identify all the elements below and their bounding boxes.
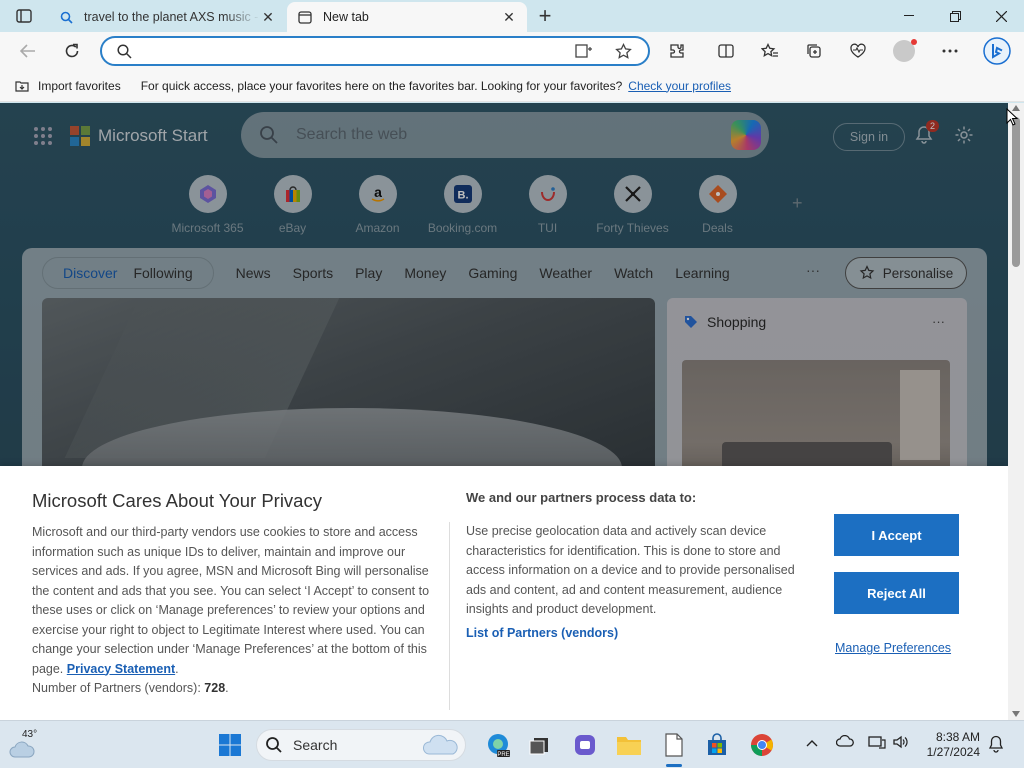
restore-icon[interactable] — [932, 0, 978, 32]
page-scrollbar[interactable] — [1008, 103, 1024, 720]
close-window-icon[interactable] — [978, 0, 1024, 32]
volume-icon[interactable] — [892, 735, 910, 752]
minimize-icon[interactable] — [886, 0, 932, 32]
onedrive-cloud-icon[interactable] — [835, 734, 854, 750]
chrome-icon[interactable] — [746, 729, 778, 761]
tab-search-results[interactable]: travel to the planet AXS music - Search … — [48, 2, 286, 32]
immersive-reader-icon[interactable] — [575, 43, 593, 62]
window-controls — [886, 0, 1024, 32]
purposes-heading: We and our partners process data to: — [466, 490, 697, 505]
accept-button[interactable]: I Accept — [834, 514, 959, 556]
microsoft-store-icon[interactable] — [701, 729, 733, 761]
system-clock[interactable]: 8:38 AM 1/27/2024 — [920, 730, 980, 760]
task-view-icon[interactable] — [523, 729, 555, 761]
refresh-icon[interactable] — [57, 36, 87, 66]
taskbar-search-box[interactable]: Search — [256, 729, 466, 761]
close-tab-icon[interactable]: ✕ — [501, 9, 517, 25]
import-icon — [15, 80, 29, 92]
show-hidden-icons-chevron-icon[interactable] — [806, 735, 818, 750]
bing-copilot-icon[interactable] — [981, 36, 1013, 66]
collections-icon[interactable] — [799, 36, 829, 66]
taskbar-search-label: Search — [293, 737, 338, 753]
extensions-icon[interactable] — [662, 36, 692, 66]
close-tab-icon[interactable]: ✕ — [260, 9, 276, 25]
reject-all-button[interactable]: Reject All — [834, 572, 959, 614]
privacy-consent-dialog: Microsoft Cares About Your Privacy Micro… — [0, 466, 1008, 720]
check-profiles-link[interactable]: Check your profiles — [628, 79, 731, 93]
privacy-divider — [449, 522, 450, 710]
split-screen-icon[interactable] — [711, 36, 741, 66]
manage-preferences-link[interactable]: Manage Preferences — [835, 641, 951, 655]
partners-count-label: Number of Partners (vendors): — [32, 681, 201, 695]
privacy-title: Microsoft Cares About Your Privacy — [32, 490, 322, 511]
tab-title: New tab — [323, 10, 369, 24]
profile-avatar[interactable] — [889, 36, 919, 66]
privacy-body: Microsoft and our third-party vendors us… — [32, 525, 430, 695]
partners-count: 728 — [204, 681, 226, 695]
search-highlight-cloud-icon — [423, 734, 458, 755]
search-icon — [117, 44, 132, 62]
newtab-icon — [297, 9, 313, 25]
settings-more-icon[interactable] — [935, 36, 965, 66]
cloud-weather-icon — [9, 741, 35, 758]
tab-bar: travel to the planet AXS music - Search … — [0, 0, 1024, 32]
clock-date: 1/27/2024 — [926, 745, 980, 759]
mouse-cursor-icon — [1006, 107, 1019, 129]
teams-chat-icon[interactable] — [569, 729, 601, 761]
weather-widget[interactable]: 43° — [8, 729, 48, 761]
tab-new-tab[interactable]: New tab ✕ — [287, 2, 527, 32]
taskbar: 43° Search PRE 8:38 AM 1/27/2024 — [0, 720, 1024, 768]
favorites-icon[interactable] — [755, 36, 785, 66]
network-icon[interactable] — [868, 735, 886, 752]
tab-title: travel to the planet AXS music - Search — [84, 10, 260, 24]
search-icon — [58, 9, 74, 25]
browser-essentials-icon[interactable] — [843, 36, 873, 66]
import-favorites-button[interactable]: Import favorites — [14, 79, 121, 93]
favorites-bar-message: For quick access, place your favorites h… — [140, 78, 623, 93]
scroll-down-icon[interactable] — [1012, 711, 1020, 717]
back-icon[interactable] — [13, 36, 43, 66]
browser-toolbar — [0, 32, 1024, 70]
notepad-icon[interactable] — [658, 729, 690, 761]
search-icon — [266, 737, 282, 753]
privacy-statement-link[interactable]: Privacy Statement — [67, 662, 175, 676]
add-favorite-star-icon[interactable] — [615, 42, 632, 63]
active-app-indicator — [666, 764, 682, 767]
privacy-body-text: Microsoft and our third-party vendors us… — [32, 525, 430, 676]
edge-beta-icon[interactable]: PRE — [482, 729, 514, 761]
start-windows-icon[interactable] — [214, 729, 246, 761]
svg-text:PRE: PRE — [497, 752, 509, 758]
tab-actions-icon[interactable] — [8, 5, 40, 27]
notification-center-bell-icon[interactable] — [988, 735, 1004, 756]
import-favorites-label: Import favorites — [38, 78, 121, 93]
favorites-bar: Import favorites For quick access, place… — [0, 70, 1024, 102]
new-tab-button[interactable]: + — [533, 3, 557, 28]
list-of-partners-link[interactable]: List of Partners (vendors) — [466, 626, 618, 640]
clock-time: 8:38 AM — [935, 730, 980, 744]
address-bar[interactable] — [100, 36, 650, 66]
file-explorer-icon[interactable] — [613, 729, 645, 761]
scrollbar-thumb[interactable] — [1012, 117, 1020, 267]
purposes-text: Use precise geolocation data and activel… — [466, 524, 795, 616]
temperature: 43° — [22, 729, 38, 740]
